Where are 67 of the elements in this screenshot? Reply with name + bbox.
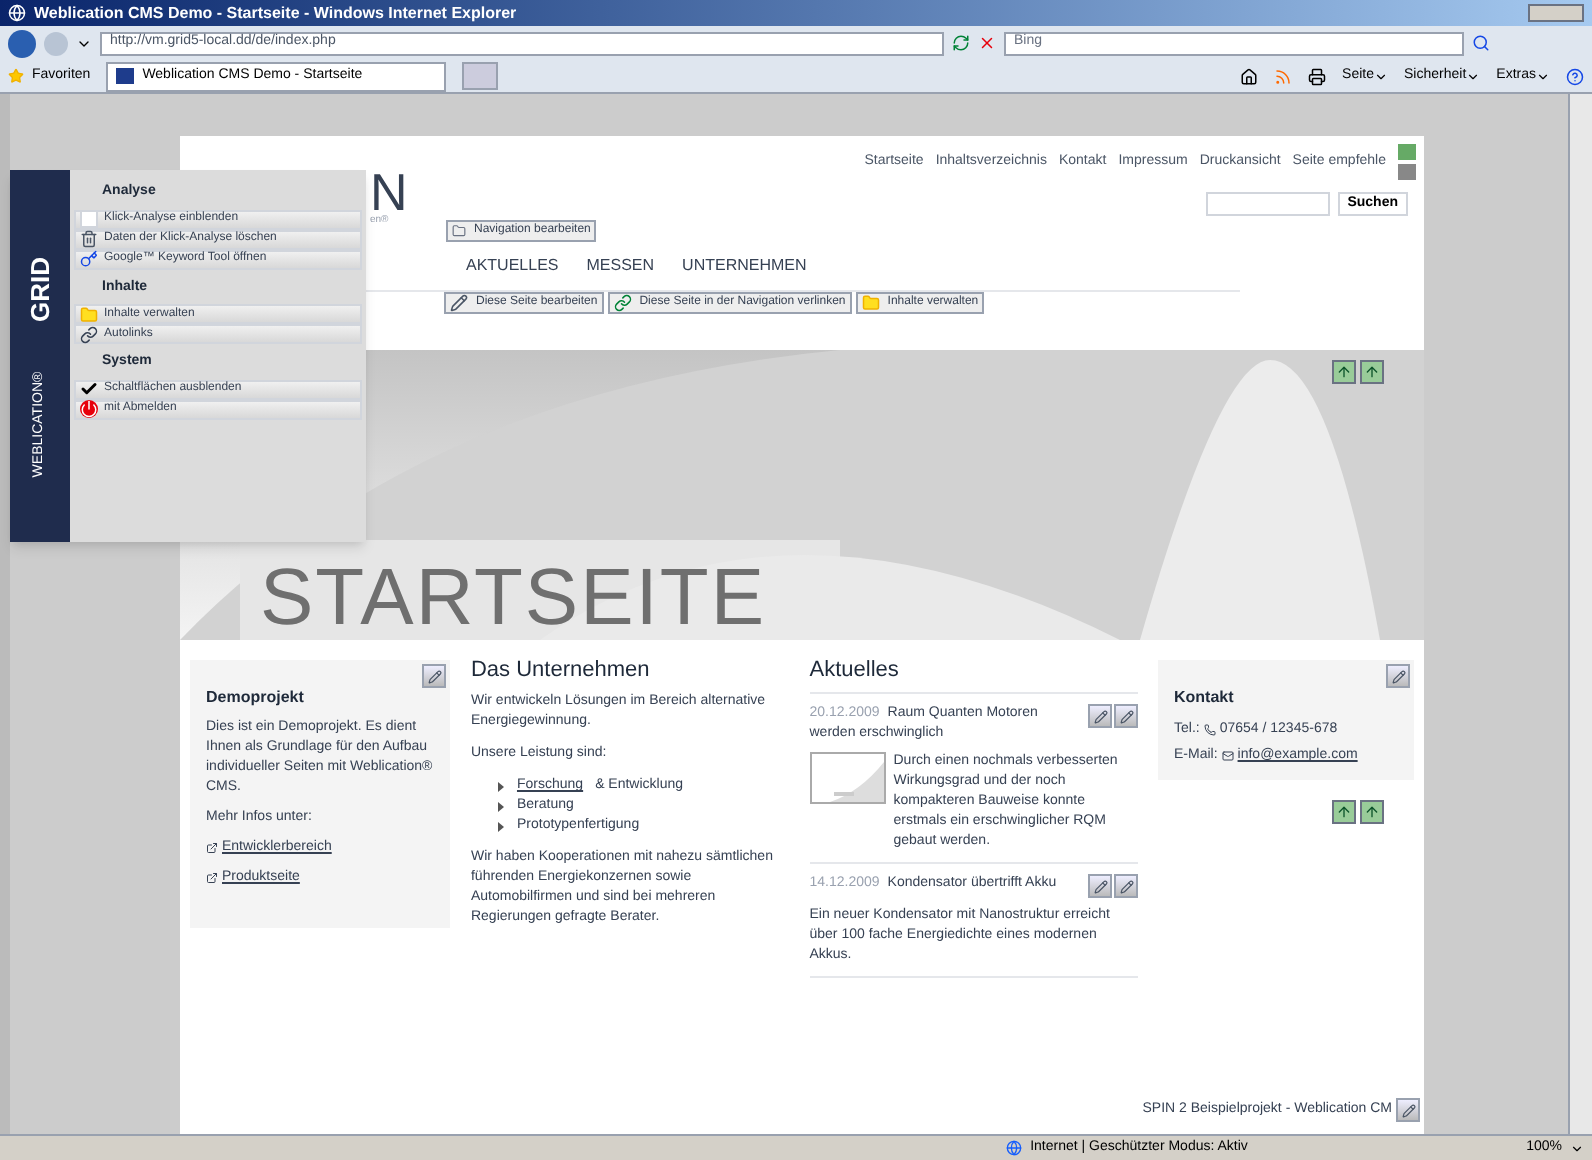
folder-icon (861, 294, 880, 312)
arrow-up-icon (1364, 364, 1380, 380)
edit-button[interactable] (1386, 664, 1410, 688)
pencil-icon (427, 669, 442, 683)
caret-icon (1466, 69, 1481, 83)
page-title: STARTSEITE (260, 558, 767, 638)
caret-icon (1570, 1141, 1584, 1155)
caret-icon (1536, 69, 1550, 83)
pencil-icon (1401, 1103, 1415, 1117)
edit-button[interactable] (1088, 874, 1112, 898)
home-icon[interactable] (1240, 67, 1259, 85)
search-input[interactable] (1205, 192, 1330, 216)
checkbox-checked[interactable] (80, 380, 98, 398)
move-up-button[interactable] (1332, 800, 1356, 824)
external-link-icon (206, 842, 218, 854)
edit-button[interactable] (1088, 704, 1112, 728)
external-link-icon (206, 872, 218, 884)
globe-icon (1006, 1140, 1023, 1156)
refresh-icon[interactable] (952, 34, 970, 52)
globe-icon (8, 4, 26, 22)
star-icon (8, 68, 24, 84)
trash-icon (80, 230, 98, 248)
page-icon (116, 68, 135, 84)
bullet-icon (498, 782, 505, 792)
section-title: Aktuelles (809, 660, 1138, 694)
key-icon (80, 250, 98, 268)
pencil-icon (1093, 879, 1107, 893)
back-button[interactable] (8, 29, 36, 57)
move-up-button[interactable] (1360, 360, 1384, 384)
window-title: Weblication CMS Demo - Startseite - Windows Internet Explorer (34, 1, 517, 25)
phone-icon (1203, 724, 1216, 736)
folder-icon (80, 305, 98, 323)
pencil-icon (1119, 879, 1133, 893)
section-title: Das Unternehmen (470, 660, 652, 680)
arrow-up-icon (1364, 804, 1380, 820)
pencil-icon (450, 294, 468, 312)
link-icon (613, 294, 632, 312)
feed-icon[interactable] (1274, 67, 1293, 85)
mail-icon (1221, 750, 1234, 762)
link-icon (80, 325, 98, 343)
nav-item[interactable]: UNTERNEHMEN (682, 254, 807, 278)
edit-button[interactable] (422, 664, 447, 688)
checkbox[interactable] (80, 210, 98, 228)
arrow-up-icon (1336, 364, 1352, 380)
pencil-icon (1391, 669, 1405, 683)
bullet-icon (498, 822, 505, 832)
logo: N (370, 166, 408, 218)
caret-icon (1374, 69, 1389, 83)
pencil-icon (1119, 709, 1133, 723)
move-up-button[interactable] (1360, 800, 1384, 824)
brand-logo: GRID (22, 257, 57, 322)
arrow-up-icon (1336, 804, 1352, 820)
new-tab-button[interactable] (462, 62, 499, 90)
folder-icon (452, 224, 466, 238)
edit-button[interactable] (1396, 1098, 1420, 1122)
nav-item[interactable]: AKTUELLES (466, 254, 559, 278)
pencil-icon (1093, 709, 1107, 723)
card-title: Kontakt (1174, 688, 1236, 708)
help-icon[interactable] (1566, 67, 1584, 85)
move-up-button[interactable] (1332, 360, 1356, 384)
stop-icon[interactable] (978, 34, 996, 52)
card-title: Demoprojekt (206, 688, 306, 708)
power-icon (80, 400, 98, 418)
bullet-icon (498, 802, 505, 812)
search-icon[interactable] (1472, 34, 1490, 52)
nav-item[interactable]: MESSEN (586, 254, 655, 278)
scrollbar[interactable] (1568, 94, 1592, 1134)
